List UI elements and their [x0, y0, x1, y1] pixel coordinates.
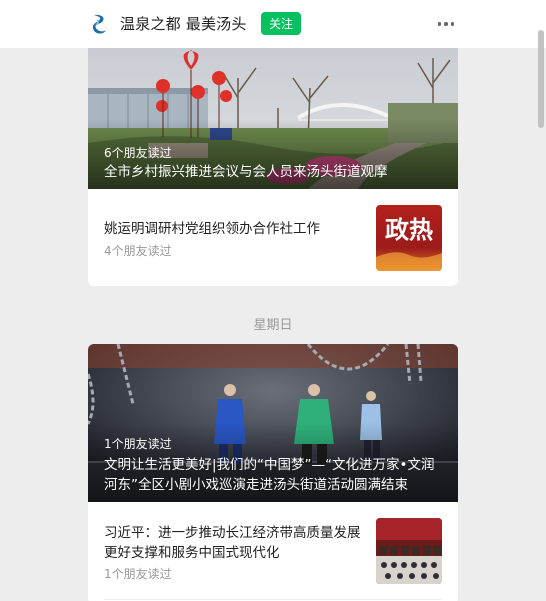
list-item-thumbnail: 政热 — [376, 205, 442, 271]
article-group-card: 1个朋友读过 文明让生活更美好|我们的“中国梦”—“文化进万家•文润河东”全区小… — [88, 344, 458, 601]
hero-title: 文明让生活更美好|我们的“中国梦”—“文化进万家•文润河东”全区小剧小戏巡演走进… — [104, 457, 435, 493]
list-item-title: 姚运明调研村党组织领办合作社工作 — [104, 221, 320, 237]
scrollbar[interactable] — [538, 30, 544, 128]
list-item-title: 习近平：进一步推动长江经济带高质量发展 更好支撑和服务中国式现代化 — [104, 525, 361, 561]
hero-article[interactable]: 6个朋友读过 全市乡村振兴推进会议与会人员来汤头街道观摩 — [88, 48, 458, 189]
hero-reads-count: 6个朋友读过 — [104, 146, 172, 160]
follow-button[interactable]: 关注 — [261, 12, 301, 35]
account-name[interactable]: 温泉之都 最美汤头 — [120, 13, 247, 34]
thumbnail-text: 政热 — [385, 215, 433, 244]
hero-article[interactable]: 1个朋友读过 文明让生活更美好|我们的“中国梦”—“文化进万家•文润河东”全区小… — [88, 344, 458, 502]
list-item-reads-count: 1个朋友读过 — [104, 567, 172, 581]
list-item[interactable]: 姚运明调研村党组织领办合作社工作 4个朋友读过 政热 — [104, 205, 442, 275]
date-separator: 星期日 — [253, 318, 293, 333]
account-header: 温泉之都 最美汤头 关注 — [0, 0, 546, 48]
divider — [104, 599, 442, 600]
article-group-card: 6个朋友读过 全市乡村振兴推进会议与会人员来汤头街道观摩 姚运明调研村党组织领办… — [88, 48, 458, 286]
hero-title: 全市乡村振兴推进会议与会人员来汤头街道观摩 — [104, 164, 388, 180]
hero-reads-count: 1个朋友读过 — [104, 437, 172, 451]
list-item-reads-count: 4个朋友读过 — [104, 244, 172, 258]
list-item[interactable]: 习近平：进一步推动长江经济带高质量发展 更好支撑和服务中国式现代化 1个朋友读过 — [104, 518, 442, 588]
more-horizontal-icon[interactable] — [436, 14, 456, 34]
list-item-thumbnail — [376, 518, 442, 584]
account-logo-icon[interactable] — [88, 12, 112, 36]
